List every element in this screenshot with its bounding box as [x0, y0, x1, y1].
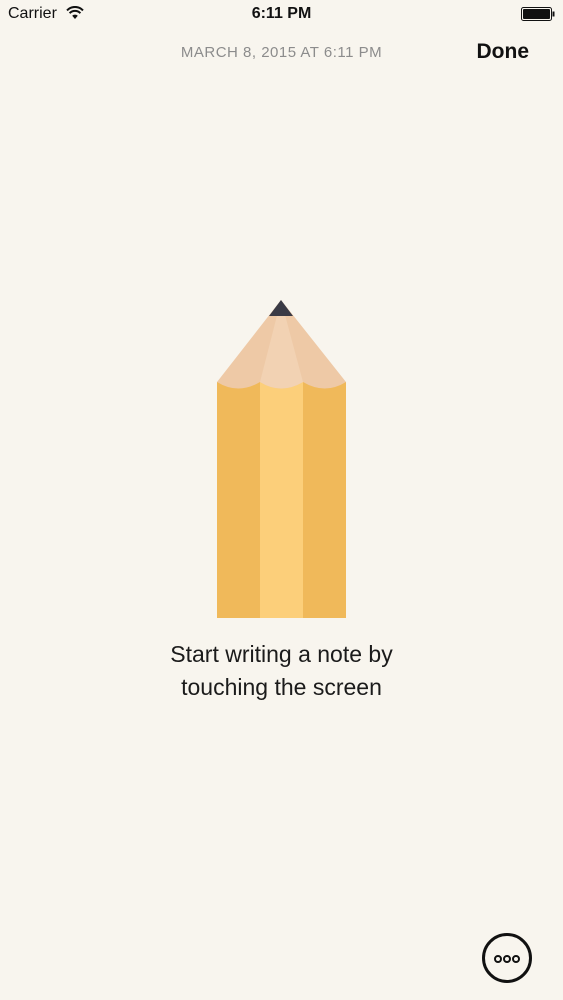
status-time: 6:11 PM	[251, 5, 312, 22]
battery-icon	[521, 7, 555, 21]
more-dots-icon	[494, 955, 502, 963]
more-dots-icon	[503, 955, 511, 963]
note-editor-screen: Carrier 6:11 PM MARCH 8, 2015 AT 6:11 PM…	[0, 0, 563, 1000]
more-button[interactable]	[482, 933, 532, 983]
pencil-icon	[217, 300, 346, 618]
empty-state-message: Start writing a note by touching the scr…	[80, 638, 483, 704]
empty-state-line-2: touching the screen	[181, 674, 382, 700]
empty-state-line-1: Start writing a note by	[170, 641, 393, 667]
done-button[interactable]: Done	[477, 40, 530, 64]
more-dots-icon	[512, 955, 520, 963]
status-bar: Carrier 6:11 PM	[0, 0, 563, 30]
